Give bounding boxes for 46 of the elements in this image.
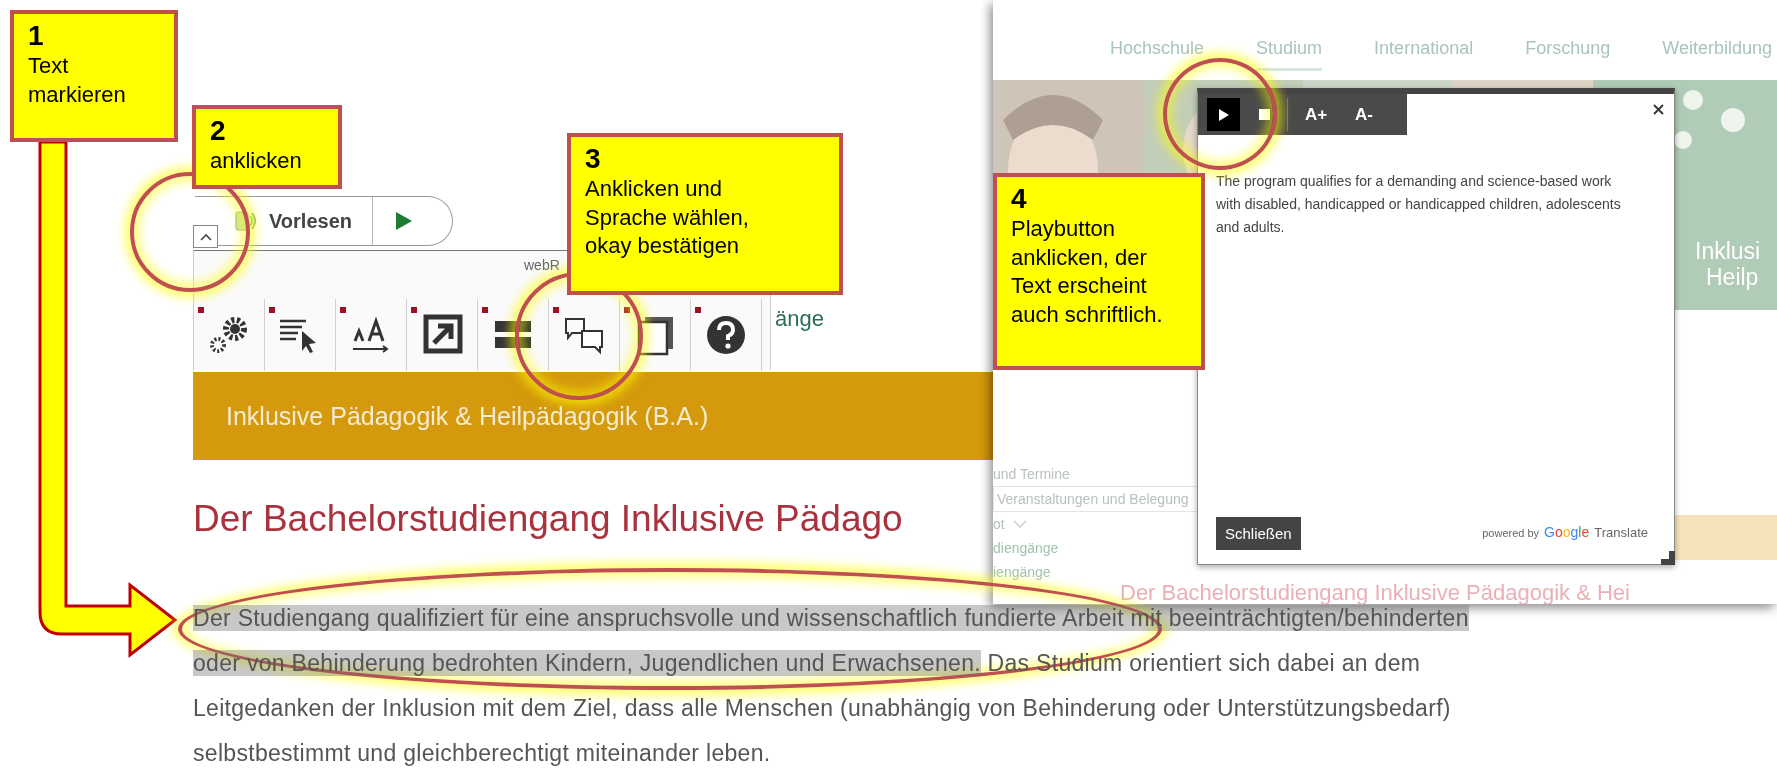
nav-link[interactable]: Forschung bbox=[1525, 38, 1611, 68]
font-size-button[interactable]: A- bbox=[1344, 98, 1384, 131]
course-title: Inklusive Pädagogik & Heilpädagogik (B.A.) bbox=[226, 401, 709, 431]
translated-text: The program qualifies for a demanding and science-based work with disabled, handicapped or handicapped children, adolescents and adults. bbox=[1216, 172, 1622, 237]
step-number: 4 bbox=[1011, 183, 1028, 215]
step-text: Anklicken und Sprache wählen, okay bestätigen bbox=[585, 175, 750, 261]
page-heading: Der Bachelorstudiengang Inklusive Pädago bbox=[193, 498, 903, 540]
brand-logo: Google bbox=[1544, 524, 1590, 540]
nav-link[interactable]: Studium bbox=[1256, 38, 1323, 71]
play-icon bbox=[1217, 107, 1230, 122]
marker-icon bbox=[411, 307, 417, 313]
step-text: anklicken bbox=[210, 147, 303, 175]
marker-icon bbox=[695, 307, 701, 313]
speaker-icon bbox=[235, 208, 257, 234]
marker-icon bbox=[198, 307, 204, 313]
collapse-button[interactable] bbox=[193, 225, 218, 248]
font-size-button[interactable]: A+ bbox=[1296, 98, 1336, 131]
play-button[interactable] bbox=[1207, 98, 1240, 131]
credit-text: powered by bbox=[1482, 527, 1540, 539]
banner-text: Heilp bbox=[1706, 264, 1759, 291]
close-icon[interactable] bbox=[1653, 104, 1664, 115]
chevron-up-icon bbox=[199, 232, 212, 241]
service-name: Translate bbox=[1594, 525, 1648, 540]
chevron-down-icon bbox=[1012, 520, 1027, 528]
step-number: 1 bbox=[28, 20, 45, 52]
menu-text: änge bbox=[775, 306, 824, 332]
banner-text: Inklusi bbox=[1695, 238, 1761, 265]
marker-icon bbox=[340, 307, 346, 313]
marker-icon bbox=[624, 307, 630, 313]
marker-icon bbox=[553, 307, 559, 313]
resize-handle-icon[interactable] bbox=[1661, 551, 1675, 565]
step-number: 3 bbox=[585, 143, 602, 175]
close-button[interactable]: Schließen bbox=[1216, 517, 1301, 550]
read-aloud-label[interactable]: Vorlesen bbox=[269, 209, 352, 233]
marker-icon bbox=[482, 307, 488, 313]
stop-icon bbox=[1259, 109, 1270, 120]
step-text: Text markieren bbox=[28, 52, 127, 109]
step-number: 2 bbox=[210, 115, 227, 147]
panel-title: webR bbox=[524, 257, 560, 273]
sidebar-link[interactable]: ot bbox=[993, 512, 1207, 536]
step-text: Playbutton anklicken, der Text erscheint auch schriftlich. bbox=[1011, 215, 1164, 329]
nav-link[interactable]: Hochschule bbox=[1110, 38, 1205, 68]
nav-link[interactable]: Weiterbildung bbox=[1662, 38, 1772, 68]
play-icon[interactable] bbox=[395, 211, 413, 231]
marker-icon bbox=[269, 307, 275, 313]
nav-link[interactable]: International bbox=[1374, 38, 1474, 68]
